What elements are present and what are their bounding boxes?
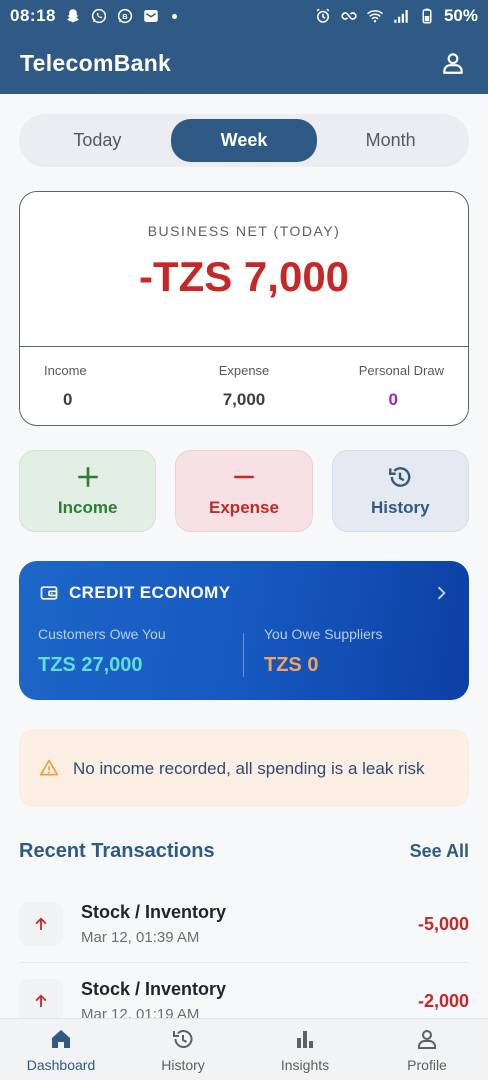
add-expense-button[interactable]: Expense (175, 450, 313, 532)
personal-draw-stat: Personal Draw 0 (311, 347, 444, 410)
nav-profile-label: Profile (407, 1056, 447, 1073)
warning-icon (39, 759, 59, 776)
suppliers-owe-section: You Owe Suppliers TZS 0 (264, 626, 383, 677)
transaction-title: Stock / Inventory (81, 902, 227, 922)
battery-icon (418, 7, 436, 25)
transaction-row[interactable]: Stock / Inventory Mar 12, 01:19 AM -2,00… (19, 963, 469, 1018)
whatsapp-business-icon: B (116, 7, 134, 25)
plus-icon (77, 467, 98, 487)
tab-today[interactable]: Today (24, 119, 171, 162)
personal-draw-stat-value: 0 (388, 390, 398, 409)
suppliers-owe-value: TZS 0 (264, 654, 319, 676)
battery-percent: 50% (443, 6, 478, 25)
credit-economy-card[interactable]: CREDIT ECONOMY Customers Owe You TZS 27,… (19, 561, 469, 700)
transaction-icon (19, 902, 63, 946)
customers-owe-section: Customers Owe You TZS 27,000 (38, 626, 166, 677)
svg-text:B: B (122, 12, 128, 21)
nav-dashboard-label: Dashboard (26, 1056, 96, 1073)
arrow-up-icon (35, 917, 47, 930)
business-net-label: BUSINESS NET (TODAY) (147, 223, 341, 239)
credit-economy-header: CREDIT ECONOMY (39, 583, 230, 603)
transaction-amount: -5,000 (417, 913, 469, 934)
transaction-title: Stock / Inventory (81, 979, 227, 999)
nav-insights[interactable]: Insights (244, 1019, 366, 1080)
transactions-list: Stock / Inventory Mar 12, 01:39 AM -5,00… (19, 886, 469, 1018)
bottom-navigation: Dashboard History Insights Profile (0, 1018, 488, 1080)
recent-transactions-title: Recent Transactions (19, 840, 215, 862)
leak-warning-banner: No income recorded, all spending is a le… (19, 729, 469, 807)
profile-button[interactable] (436, 46, 470, 80)
transaction-icon (19, 979, 63, 1018)
bar-chart-icon (297, 1030, 313, 1048)
suppliers-owe-label: You Owe Suppliers (264, 626, 383, 642)
history-icon (173, 1029, 193, 1048)
recent-transactions-header: Recent Transactions See All (19, 840, 469, 863)
whatsapp-icon (90, 7, 108, 25)
income-stat: Income 0 (44, 347, 177, 410)
arrow-up-icon (35, 994, 47, 1007)
wallet-icon (40, 586, 58, 600)
add-expense-label: Expense (209, 498, 279, 517)
status-bar: 08:18 B 50% (0, 0, 488, 32)
quick-actions: Income Expense History (19, 450, 469, 532)
credit-divider (243, 633, 244, 677)
app-bar: TelecomBank (0, 32, 488, 94)
signal-icon (392, 7, 410, 25)
home-icon (52, 1029, 70, 1048)
expense-stat-value: 7,000 (222, 390, 266, 409)
business-net-value: -TZS 7,000 (138, 253, 350, 300)
credit-economy-title: CREDIT ECONOMY (69, 583, 231, 602)
transaction-date: Mar 12, 01:19 AM (81, 1006, 200, 1018)
transaction-amount: -2,000 (417, 990, 469, 1011)
tab-week[interactable]: Week (170, 119, 318, 162)
income-stat-value: 0 (63, 390, 73, 409)
app-title: TelecomBank (20, 49, 172, 76)
transaction-date: Mar 12, 01:39 AM (81, 929, 200, 946)
snapchat-icon (64, 7, 82, 25)
history-icon (389, 467, 411, 487)
transaction-row[interactable]: Stock / Inventory Mar 12, 01:39 AM -5,00… (19, 886, 469, 963)
alarm-icon (314, 7, 332, 25)
nav-history[interactable]: History (122, 1019, 244, 1080)
business-net-card: BUSINESS NET (TODAY) -TZS 7,000 Income 0… (19, 191, 469, 426)
period-selector: Today Week Month (19, 114, 469, 167)
wifi-icon (366, 7, 384, 25)
person-icon (443, 53, 463, 74)
expense-stat-label: Expense (218, 363, 270, 378)
expense-stat: Expense 7,000 (177, 347, 310, 410)
vpn-icon (340, 7, 358, 25)
status-time: 08:18 (10, 6, 56, 25)
personal-draw-stat-label: Personal Draw (358, 363, 444, 378)
tab-month[interactable]: Month (317, 119, 464, 162)
mail-icon (142, 7, 160, 25)
income-stat-label: Income (44, 363, 87, 378)
customers-owe-value: TZS 27,000 (38, 654, 143, 676)
minus-icon (234, 475, 254, 479)
history-label: History (371, 498, 430, 517)
add-income-button[interactable]: Income (19, 450, 157, 532)
nav-history-label: History (161, 1056, 205, 1073)
customers-owe-label: Customers Owe You (38, 626, 166, 642)
nav-insights-label: Insights (280, 1056, 330, 1073)
nav-profile[interactable]: Profile (366, 1019, 488, 1080)
chevron-right-icon (437, 586, 446, 600)
person-icon (418, 1029, 436, 1049)
see-all-link[interactable]: See All (410, 841, 469, 862)
history-button[interactable]: History (331, 450, 469, 532)
warning-text: No income recorded, all spending is a le… (73, 758, 425, 778)
nav-dashboard[interactable]: Dashboard (0, 1019, 122, 1080)
add-income-label: Income (57, 498, 118, 517)
notification-dot (171, 13, 177, 19)
